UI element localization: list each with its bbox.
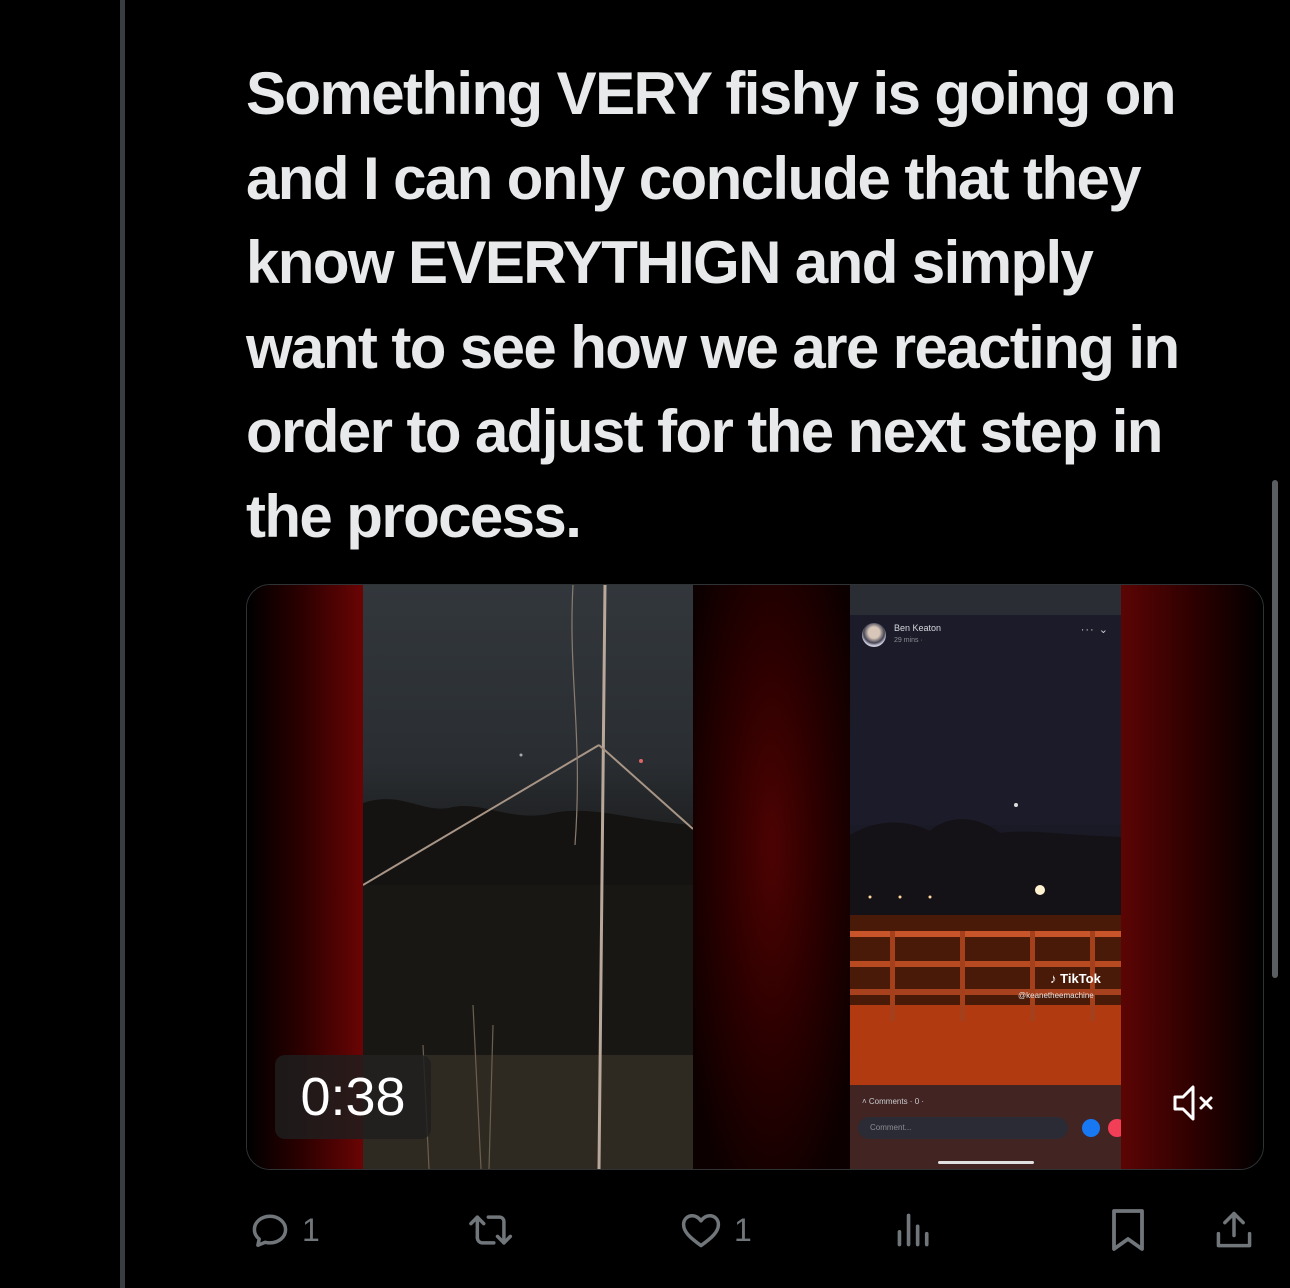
views-icon [897, 1213, 929, 1247]
like-icon [681, 1213, 721, 1248]
like-count: 1 [734, 1211, 752, 1248]
love-reaction-icon [1108, 1119, 1121, 1137]
tweet-detail-page: Something VERY fishy is going on and I c… [0, 0, 1290, 1288]
share-icon [1216, 1211, 1252, 1248]
poster-name: Ben Keaton [894, 623, 942, 633]
like-button[interactable]: 1 [678, 1198, 752, 1262]
thread-connector-line [120, 0, 125, 1288]
embedded-facebook-screenshot: Ben Keaton 29 mins · ··· ⌄ ♪ TikTok @kea… [850, 585, 1121, 1169]
reply-count: 1 [302, 1211, 320, 1248]
bookmark-button[interactable] [1108, 1198, 1148, 1262]
tiktok-logo-icon: ♪ [1050, 971, 1057, 986]
retweet-button[interactable] [468, 1198, 526, 1262]
share-button[interactable] [1212, 1198, 1256, 1262]
retweet-icon [469, 1215, 513, 1245]
video-duration-badge: 0:38 [275, 1055, 431, 1139]
scrollbar[interactable] [1272, 480, 1278, 978]
bookmark-icon [1112, 1209, 1144, 1251]
comment-box: Comment... [858, 1117, 1068, 1139]
comments-summary: ˄ Comments · 0 · [862, 1097, 924, 1106]
poster-time: 29 mins · [894, 637, 923, 644]
tiktok-watermark: ♪ TikTok [1050, 971, 1101, 986]
video-blur-background-middle [693, 585, 850, 1169]
more-options-icon: ··· ⌄ [1080, 624, 1109, 636]
comments-label: Comments · 0 · [868, 1097, 925, 1106]
views-button[interactable] [894, 1198, 944, 1262]
reply-icon [252, 1214, 288, 1247]
speaker-muted-icon[interactable] [1167, 1081, 1223, 1125]
tweet-text: Something VERY fishy is going on and I c… [246, 60, 1180, 550]
reply-button[interactable]: 1 [248, 1198, 320, 1262]
caret-up-icon: ˄ [862, 1097, 869, 1106]
poster-avatar [862, 623, 886, 647]
comment-placeholder: Comment... [870, 1123, 912, 1132]
night-fence-scene [850, 585, 1121, 1169]
tweet-action-bar: 1 1 [0, 1198, 1290, 1262]
home-indicator [938, 1161, 1034, 1164]
video-player[interactable]: Ben Keaton 29 mins · ··· ⌄ ♪ TikTok @kea… [246, 584, 1264, 1170]
like-reaction-icon [1082, 1119, 1100, 1137]
tiktok-brand: TikTok [1060, 971, 1101, 986]
tiktok-handle: @keanetheemachine [1018, 991, 1094, 1000]
